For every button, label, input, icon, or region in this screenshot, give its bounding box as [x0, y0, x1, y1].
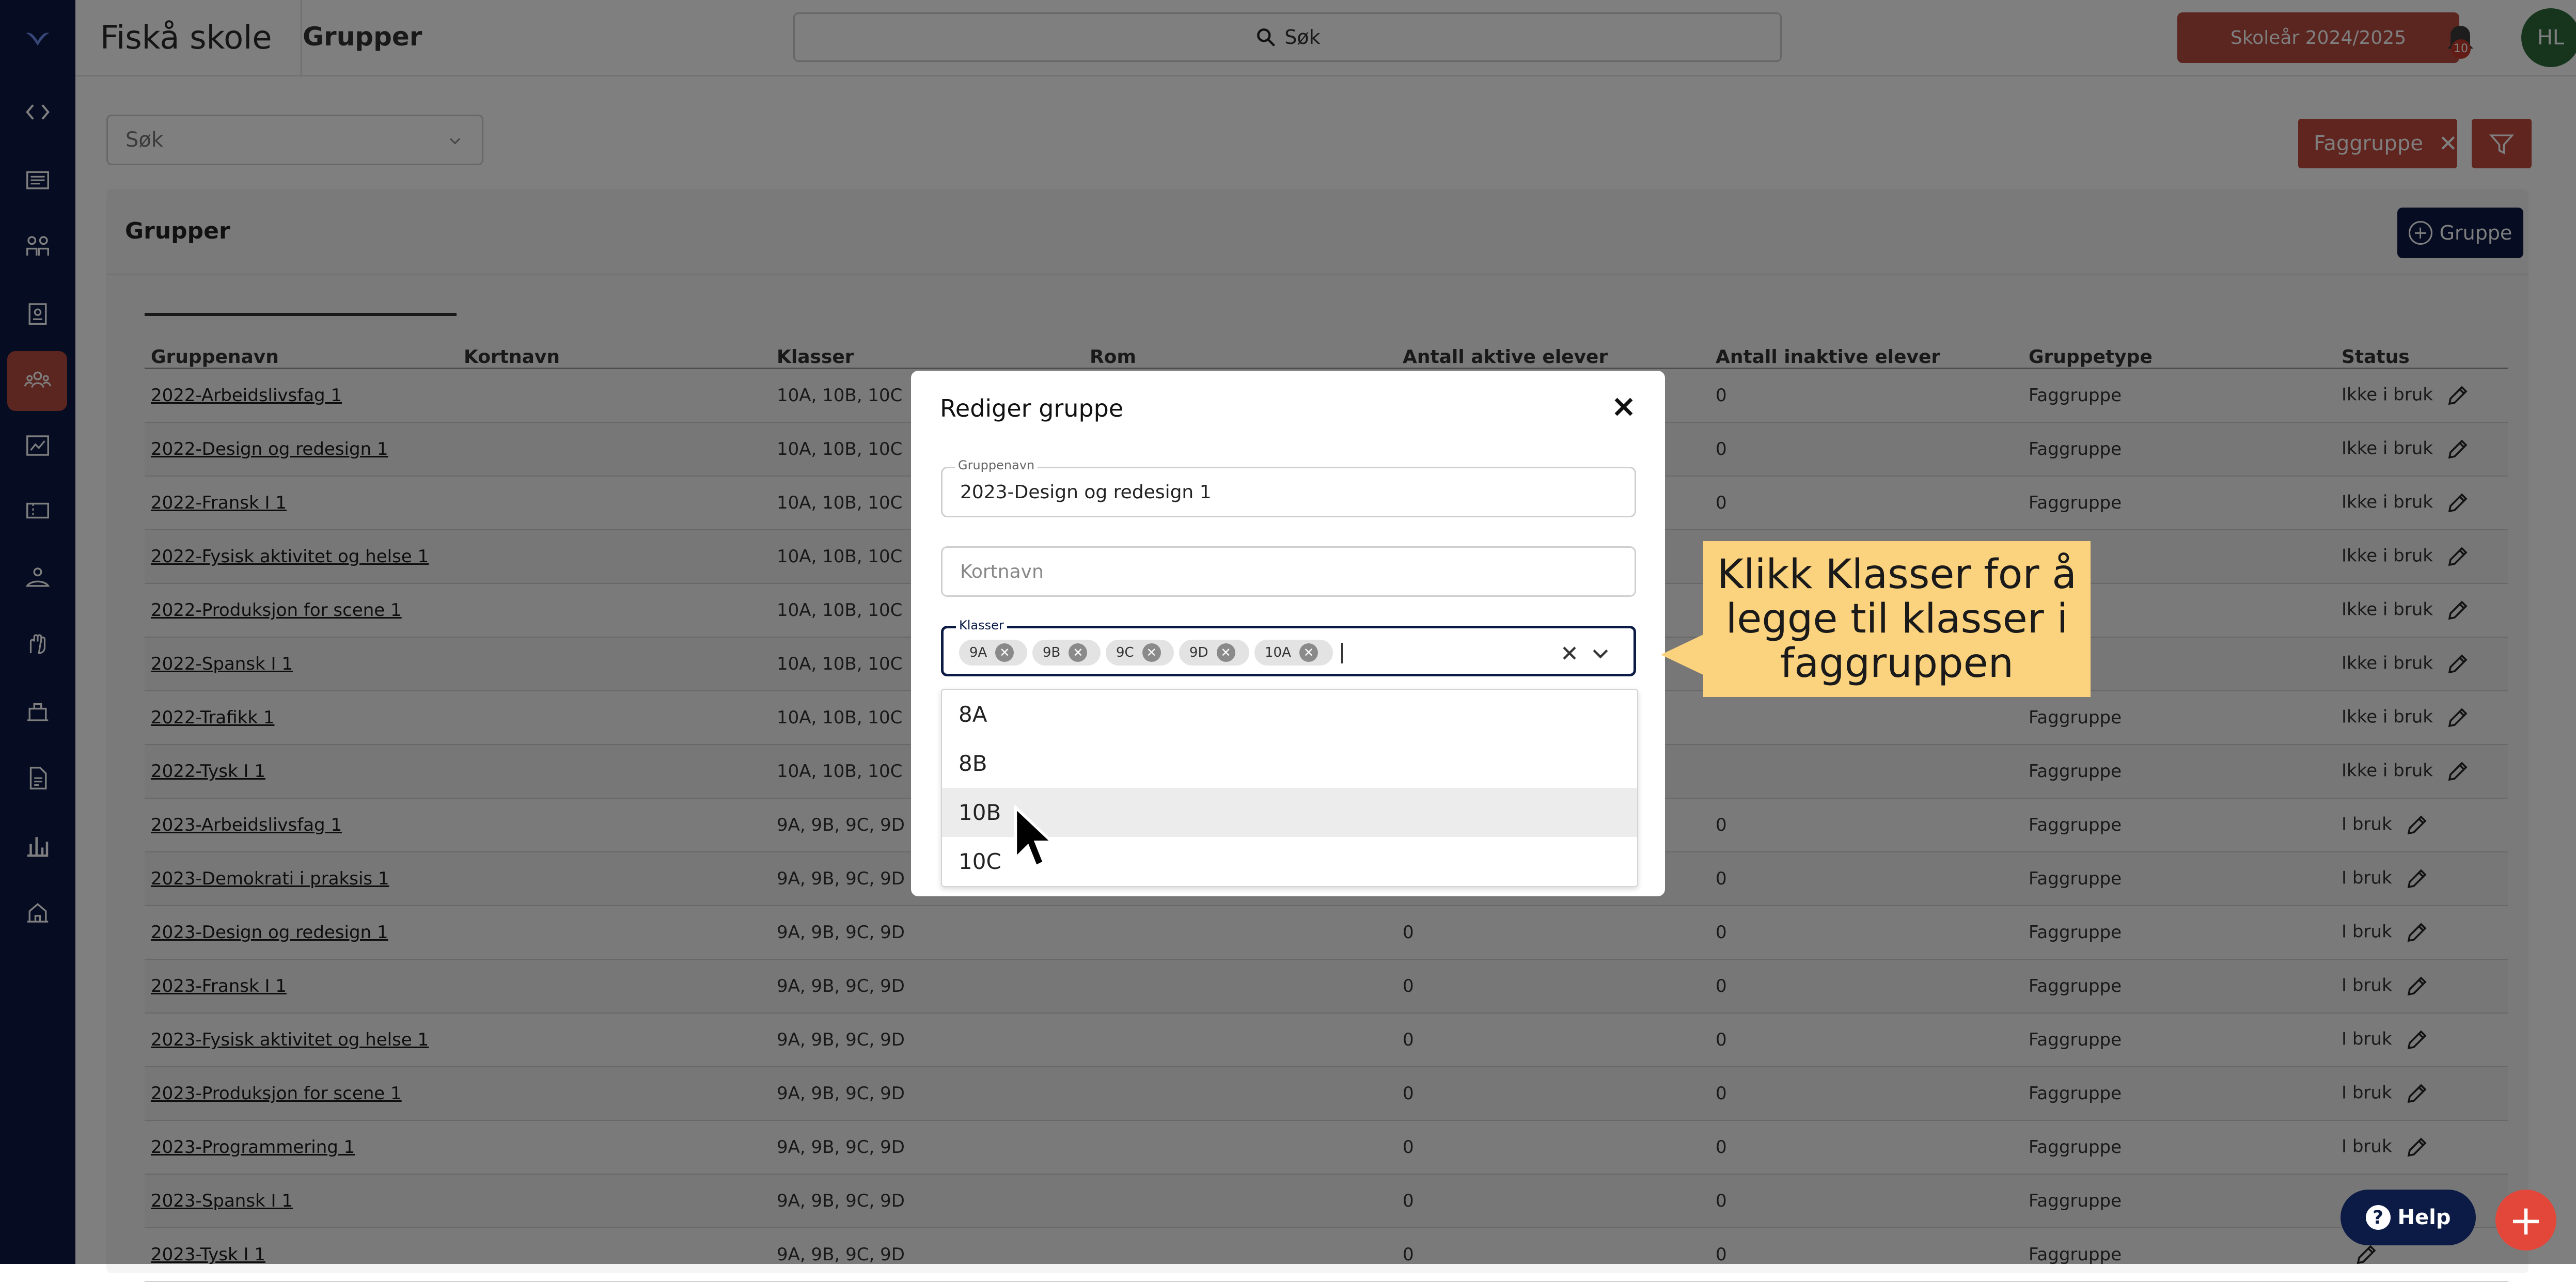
tag-label: 9B: [1043, 645, 1061, 660]
clear-icon[interactable]: [1558, 642, 1581, 664]
callout-arrow: [1661, 634, 1704, 675]
plus-icon: +: [2508, 1196, 2543, 1244]
remove-tag-icon[interactable]: ✕: [1142, 643, 1161, 662]
gruppenavn-field[interactable]: Gruppenavn 2023-Design og redesign 1: [941, 458, 1636, 517]
close-icon[interactable]: [1608, 391, 1639, 422]
klasser-multiselect[interactable]: Klasser 9A ✕ 9B ✕ 9C ✕ 9D ✕ 10A ✕: [941, 618, 1636, 676]
tutorial-callout: Klikk Klasser for å legge til klasser i …: [1703, 541, 2091, 697]
tag-label: 9A: [969, 645, 987, 660]
chevron-down-icon[interactable]: [1589, 642, 1612, 664]
remove-tag-icon[interactable]: ✕: [1069, 643, 1088, 662]
remove-tag-icon[interactable]: ✕: [1299, 643, 1318, 662]
selected-tag: 9C ✕: [1106, 640, 1174, 666]
option-8a[interactable]: 8A: [942, 690, 1637, 739]
kortnavn-field[interactable]: Kortnavn: [941, 546, 1636, 597]
gruppenavn-value: 2023-Design og redesign 1: [960, 482, 1212, 503]
selected-tag: 9D ✕: [1179, 640, 1249, 666]
remove-tag-icon[interactable]: ✕: [1216, 643, 1235, 662]
tag-label: 10A: [1265, 645, 1291, 660]
selected-tag: 9B ✕: [1032, 640, 1101, 666]
kortnavn-placeholder: Kortnavn: [960, 561, 1044, 582]
question-icon: ?: [2365, 1205, 2391, 1230]
option-8b[interactable]: 8B: [942, 739, 1637, 788]
tag-label: 9C: [1116, 645, 1134, 660]
text-caret: [1341, 643, 1343, 663]
remove-tag-icon[interactable]: ✕: [995, 643, 1014, 662]
help-label: Help: [2397, 1206, 2451, 1229]
help-button[interactable]: ? Help: [2341, 1190, 2476, 1245]
mouse-cursor-icon: [1014, 805, 1053, 868]
klasser-label: Klasser: [956, 618, 1007, 632]
tag-label: 9D: [1189, 645, 1208, 660]
fab-add-button[interactable]: +: [2495, 1190, 2556, 1251]
dialog-title: Rediger gruppe: [940, 394, 1124, 422]
selected-tag: 10A ✕: [1254, 640, 1333, 666]
gruppenavn-label: Gruppenavn: [955, 458, 1038, 472]
selected-tag: 9A ✕: [959, 640, 1027, 666]
